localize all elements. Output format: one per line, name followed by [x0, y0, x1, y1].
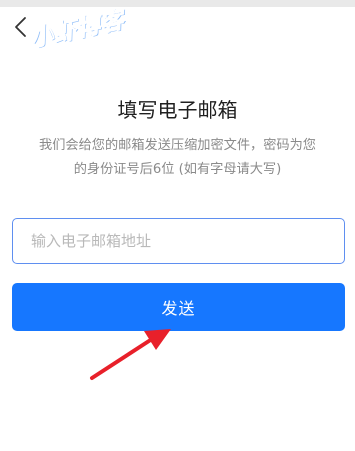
- description-line-2: 的身份证号后6位 (如有字母请大写): [73, 162, 282, 177]
- description-line-1: 我们会给您的邮箱发送压缩加密文件，密码为您: [39, 138, 316, 153]
- send-button[interactable]: 发送: [12, 283, 345, 331]
- status-bar-strip: [0, 0, 355, 7]
- email-input[interactable]: [12, 218, 345, 264]
- description-text: 我们会给您的邮箱发送压缩加密文件，密码为您 的身份证号后6位 (如有字母请大写): [16, 134, 339, 182]
- watermark-logo: 小虾博客: [27, 6, 127, 53]
- page-title: 填写电子邮箱: [117, 98, 238, 122]
